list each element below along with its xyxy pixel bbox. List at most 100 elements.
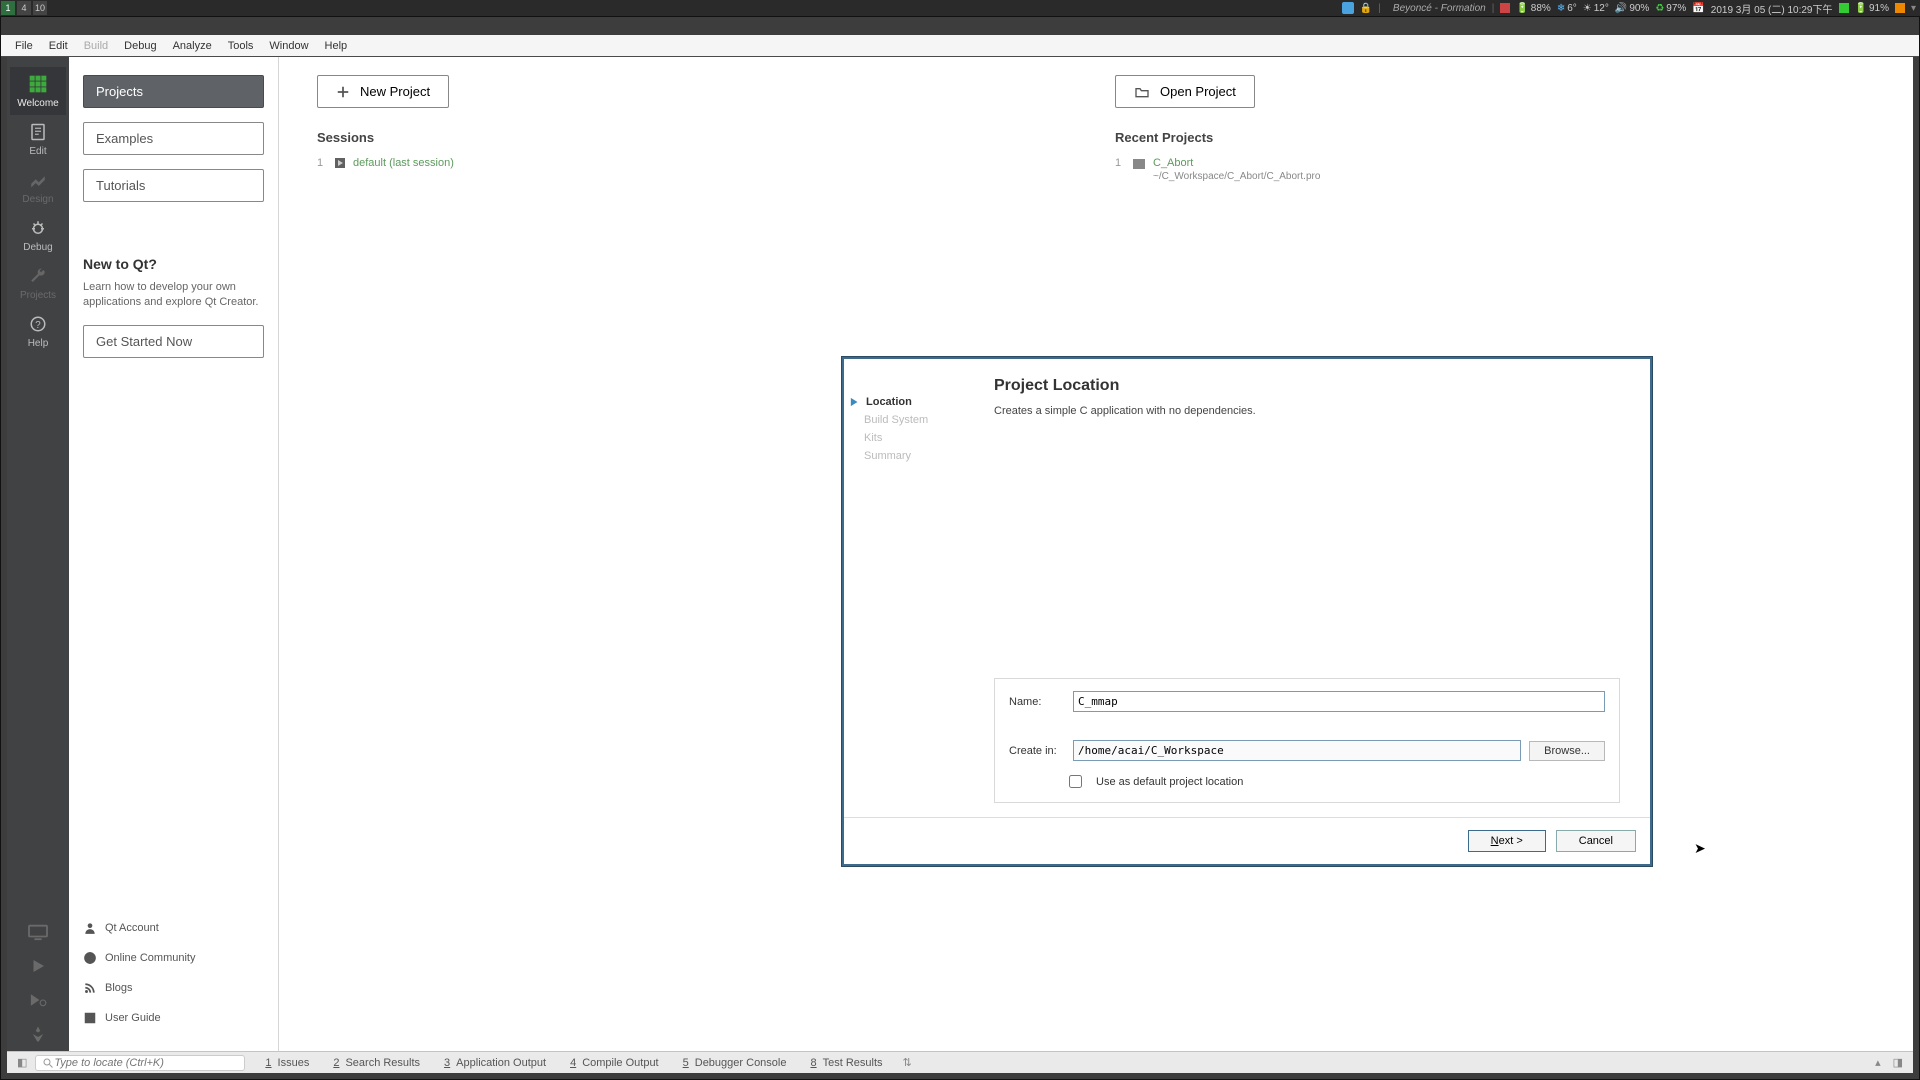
grid-icon — [27, 73, 49, 95]
new-to-qt-heading: New to Qt? — [83, 256, 264, 272]
welcome-content: New Project Sessions 1 default (last ses… — [279, 57, 1913, 1051]
build-button[interactable] — [10, 1017, 66, 1051]
mode-label: Welcome — [17, 98, 59, 109]
sidebar-toggle-icon[interactable]: ◧ — [13, 1056, 31, 1069]
volume[interactable]: 🔊90% — [1615, 3, 1649, 14]
session-name: default (last session) — [353, 157, 454, 169]
create-in-label: Create in: — [1009, 745, 1065, 757]
get-started-button[interactable]: Get Started Now — [83, 325, 264, 358]
pane-appout[interactable]: 3Application Output — [434, 1057, 556, 1069]
tray-app-icon[interactable] — [1342, 2, 1354, 14]
now-playing: Beyoncé - Formation — [1393, 3, 1486, 14]
book-icon — [83, 1011, 97, 1025]
pane-compile[interactable]: 4Compile Output — [560, 1057, 669, 1069]
workspace-switcher[interactable]: 1 4 10 — [0, 0, 48, 16]
recycle: ♻97% — [1655, 3, 1686, 14]
mode-help[interactable]: ? Help — [10, 307, 66, 355]
project-path: ~/C_Workspace/C_Abort/C_Abort.pro — [1153, 171, 1320, 182]
menu-file[interactable]: File — [7, 37, 41, 55]
weather-hi: ☀12° — [1583, 3, 1609, 14]
workspace-4[interactable]: 4 — [17, 1, 31, 15]
menu-debug[interactable]: Debug — [116, 37, 164, 55]
cancel-button[interactable]: Cancel — [1556, 830, 1636, 852]
user-icon — [83, 921, 97, 935]
panes-expand-icon[interactable]: ⇅ — [897, 1056, 918, 1069]
tab-tutorials[interactable]: Tutorials — [83, 169, 264, 202]
mode-label: Edit — [29, 146, 46, 157]
recent-project-item[interactable]: 1 C_Abort ~/C_Workspace/C_Abort/C_Abort.… — [1115, 157, 1875, 182]
wizard-steps: Location Build System Kits Summary — [844, 359, 994, 817]
default-location-label: Use as default project location — [1096, 776, 1243, 788]
link-qt-account[interactable]: Qt Account — [83, 913, 264, 943]
output-up-icon[interactable]: ▴ — [1871, 1056, 1885, 1069]
new-project-button[interactable]: New Project — [317, 75, 449, 108]
link-user-guide[interactable]: User Guide — [83, 1003, 264, 1033]
menu-edit[interactable]: Edit — [41, 37, 76, 55]
tab-projects[interactable]: Projects — [83, 75, 264, 108]
tray-lock-icon[interactable]: 🔒 — [1360, 3, 1372, 14]
locator-input[interactable] — [54, 1057, 238, 1069]
locator[interactable] — [35, 1055, 245, 1071]
wizard-step-build: Build System — [864, 411, 980, 429]
create-in-input[interactable] — [1073, 740, 1521, 761]
mode-label: Projects — [20, 290, 56, 301]
menu-window[interactable]: Window — [261, 37, 316, 55]
project-name: C_Abort — [1153, 157, 1320, 169]
wizard-step-kits: Kits — [864, 429, 980, 447]
link-label: Qt Account — [105, 922, 159, 934]
workspace-1[interactable]: 1 — [1, 1, 15, 15]
link-label: Online Community — [105, 952, 195, 964]
pane-debugger[interactable]: 5Debugger Console — [673, 1057, 797, 1069]
folder-open-icon — [1134, 85, 1150, 99]
mode-debug[interactable]: Debug — [10, 211, 66, 259]
default-location-checkbox[interactable] — [1069, 775, 1082, 788]
mode-welcome[interactable]: Welcome — [10, 67, 66, 115]
button-label: Open Project — [1160, 84, 1236, 99]
name-label: Name: — [1009, 696, 1065, 708]
mode-edit[interactable]: Edit — [10, 115, 66, 163]
pane-issues[interactable]: 1Issues — [255, 1057, 319, 1069]
mode-bar: Welcome Edit Design Debug Projects ? Hel… — [7, 57, 69, 1051]
sessions-heading: Sessions — [317, 130, 1077, 145]
right-sidebar-toggle-icon[interactable]: ◨ — [1889, 1056, 1907, 1069]
battery-2: 🔋91% — [1855, 3, 1889, 14]
project-index: 1 — [1115, 157, 1125, 169]
project-name-input[interactable] — [1073, 691, 1605, 712]
weather-low: ❄6° — [1557, 3, 1577, 14]
menu-build: Build — [76, 37, 116, 55]
target-selector[interactable] — [10, 915, 66, 949]
wizard-title: Project Location — [994, 377, 1626, 395]
search-icon — [42, 1057, 54, 1069]
run-debug-button[interactable] — [10, 983, 66, 1017]
tray-caret-icon[interactable]: ▾ — [1911, 3, 1916, 14]
mode-projects: Projects — [10, 259, 66, 307]
welcome-page: Projects Examples Tutorials New to Qt? L… — [69, 57, 1913, 1051]
pane-tests[interactable]: 8Test Results — [800, 1057, 892, 1069]
open-project-button[interactable]: Open Project — [1115, 75, 1255, 108]
design-icon — [27, 169, 49, 191]
window-titlebar[interactable] — [1, 17, 1919, 35]
link-label: Blogs — [105, 982, 133, 994]
svg-text:?: ? — [35, 320, 41, 331]
edit-icon — [27, 121, 49, 143]
button-label: New Project — [360, 84, 430, 99]
pane-search[interactable]: 2Search Results — [323, 1057, 430, 1069]
tray-green-icon[interactable] — [1839, 3, 1849, 13]
run-button[interactable] — [10, 949, 66, 983]
menu-bar[interactable]: File Edit Build Debug Analyze Tools Wind… — [1, 35, 1919, 57]
link-label: User Guide — [105, 1012, 161, 1024]
tab-examples[interactable]: Examples — [83, 122, 264, 155]
bug-icon — [27, 217, 49, 239]
tray-orange-icon[interactable] — [1895, 3, 1905, 13]
session-item[interactable]: 1 default (last session) — [317, 157, 1077, 169]
browse-button[interactable]: Browse... — [1529, 741, 1605, 761]
workspace-10[interactable]: 10 — [33, 1, 47, 15]
menu-analyze[interactable]: Analyze — [165, 37, 220, 55]
menu-tools[interactable]: Tools — [220, 37, 262, 55]
menu-help[interactable]: Help — [317, 37, 356, 55]
qt-creator-window: File Edit Build Debug Analyze Tools Wind… — [0, 16, 1920, 1080]
next-button[interactable]: Next > — [1468, 830, 1546, 852]
system-bar: 1 4 10 🔒 | Beyoncé - Formation | 🔋88% ❄6… — [0, 0, 1920, 16]
link-blogs[interactable]: Blogs — [83, 973, 264, 1003]
link-community[interactable]: Online Community — [83, 943, 264, 973]
